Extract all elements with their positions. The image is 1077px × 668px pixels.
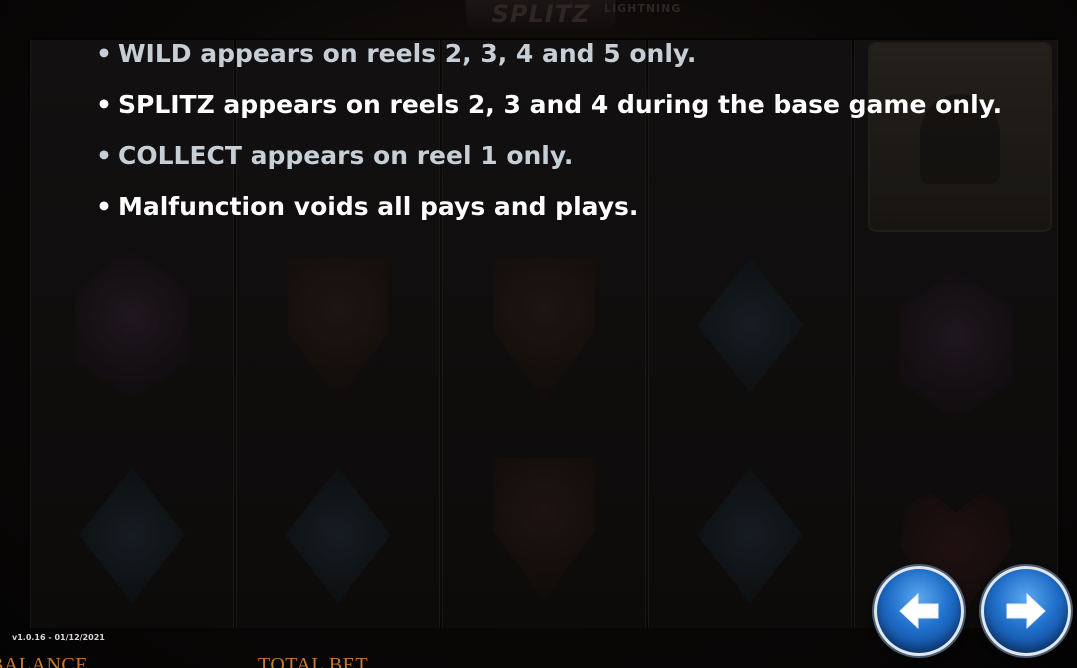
symbol-gem-icon	[75, 250, 189, 400]
bullet: •	[96, 90, 112, 119]
arrow-left-icon	[899, 592, 939, 630]
symbol-diamond-icon	[79, 467, 185, 603]
rules-list: • WILD appears on reels 2, 3, 4 and 5 onl…	[96, 32, 1002, 236]
rule-item: • SPLITZ appears on reels 2, 3 and 4 duri…	[96, 83, 1002, 134]
game-logo: SPLITZ	[466, 0, 616, 30]
previous-page-button[interactable]	[874, 566, 964, 656]
symbol-shield-icon	[493, 457, 595, 600]
rule-text: WILD appears on reels 2, 3, 4 and 5 only…	[117, 39, 697, 68]
next-page-button[interactable]	[981, 566, 1071, 656]
rule-item: • Malfunction voids all pays and plays.	[96, 185, 1002, 236]
bullet: •	[96, 141, 112, 170]
symbol-diamond-icon	[697, 257, 803, 393]
game-stage: SPLITZ LIGHTNING • WILD appears on reels …	[0, 0, 1077, 668]
symbol-diamond-icon	[285, 467, 391, 603]
version-label: v1.0.16 - 01/12/2021	[12, 633, 105, 642]
balance-label: BALANCE	[0, 654, 88, 668]
rule-item: • COLLECT appears on reel 1 only.	[96, 134, 1002, 185]
arrow-right-icon	[1006, 592, 1046, 630]
rule-item: • WILD appears on reels 2, 3, 4 and 5 onl…	[96, 32, 1002, 83]
symbol-shield-icon	[287, 257, 389, 400]
game-logo-subtitle: LIGHTNING	[604, 2, 682, 15]
symbol-shield-icon	[493, 257, 595, 400]
total-bet-label: TOTAL BET	[258, 654, 369, 668]
symbol-diamond-icon	[697, 467, 803, 603]
bullet: •	[96, 192, 112, 221]
rule-text: COLLECT appears on reel 1 only.	[117, 141, 574, 170]
bullet: •	[96, 39, 112, 68]
rule-text: Malfunction voids all pays and plays.	[117, 192, 639, 221]
rule-text: SPLITZ appears on reels 2, 3 and 4 durin…	[117, 90, 1003, 119]
symbol-amethyst-icon	[899, 270, 1013, 420]
